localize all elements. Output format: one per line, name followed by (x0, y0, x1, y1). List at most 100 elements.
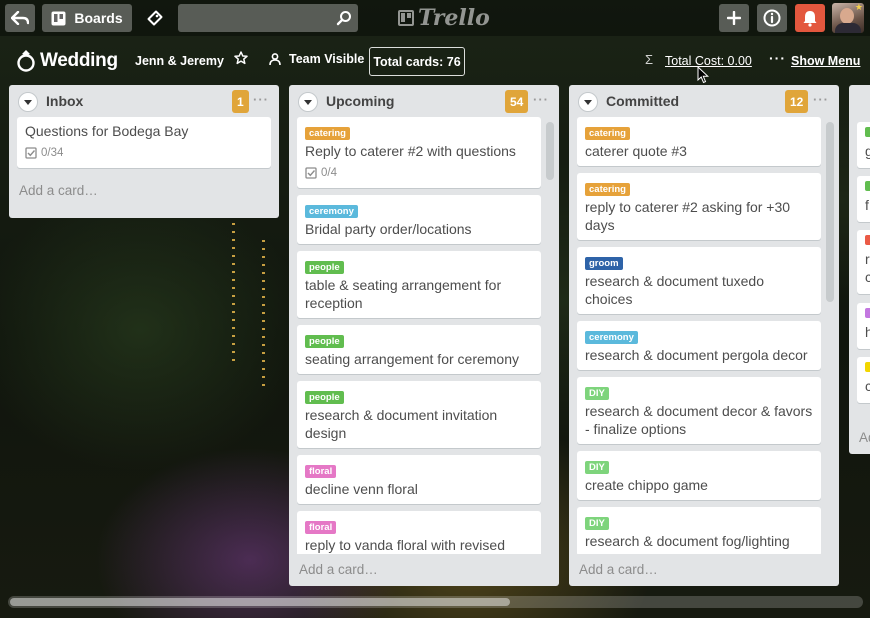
team-name[interactable]: Jenn & Jeremy (135, 54, 224, 68)
back-arrow-icon (11, 11, 29, 25)
boards-button[interactable]: Boards (42, 4, 132, 32)
list-scrollbar[interactable] (826, 122, 834, 302)
notifications-button[interactable] (795, 4, 825, 32)
card[interactable]: people table & seating arrangement for r… (297, 251, 541, 318)
boards-icon (51, 11, 66, 25)
card-title: caterer quote #3 (585, 143, 687, 159)
card-title: Reply to caterer #2 with questions (305, 143, 516, 159)
card[interactable]: people research & document invitation de… (297, 381, 541, 448)
collapse-list-button[interactable] (298, 92, 318, 112)
avatar[interactable]: ★ (832, 3, 864, 33)
card-label: DIY (585, 461, 609, 474)
card[interactable]: DIY research & document fog/lighting (577, 507, 821, 554)
checklist-badge: 0/34 (25, 144, 263, 162)
card[interactable]: catering Reply to caterer #2 with questi… (297, 117, 541, 188)
card-label: groom (585, 257, 623, 270)
card-count-badge: 54 (505, 90, 529, 113)
chevron-down-icon (24, 99, 32, 105)
checklist-badge: 0/4 (305, 164, 533, 182)
card-title: create chippo game (585, 477, 708, 493)
card[interactable]: people seating arrangement for ceremony (297, 325, 541, 374)
team-icon (269, 53, 281, 66)
avatar-face (840, 8, 854, 24)
card[interactable]: catering caterer quote #3 (577, 117, 821, 166)
card[interactable]: catering reply to caterer #2 asking for … (577, 173, 821, 240)
list-menu-icon[interactable]: ··· (533, 92, 549, 107)
card-title: reply to vanda floral with revised (305, 537, 505, 553)
star-board-button[interactable] (234, 51, 248, 68)
star-icon (234, 51, 248, 65)
card[interactable]: ceremony Bridal party order/locations (297, 195, 541, 244)
tag-button[interactable] (140, 4, 170, 32)
card-title: research & document invitation design (305, 407, 498, 441)
checklist-icon (305, 167, 317, 179)
show-menu-link[interactable]: Show Menu (791, 54, 860, 68)
collapse-list-button[interactable] (578, 92, 598, 112)
card-label: ceremony (305, 205, 358, 218)
visibility-label: Team Visible (289, 52, 365, 66)
board-scrollbar[interactable] (8, 596, 863, 608)
card[interactable]: groom research & document tuxedo choices (577, 247, 821, 314)
card-title: Bridal party order/locations (305, 221, 472, 237)
card-label (865, 181, 870, 191)
list-name[interactable]: Inbox (46, 93, 83, 109)
card-label: catering (305, 127, 350, 140)
boards-label: Boards (74, 10, 123, 26)
card[interactable]: Questions for Bodega Bay 0/34 (17, 117, 271, 168)
card-label: ceremony (585, 331, 638, 344)
card[interactable]: g (857, 122, 870, 168)
collapse-list-button[interactable] (18, 92, 38, 112)
chevron-down-icon (584, 99, 592, 105)
board-title-text: Wedding (40, 50, 118, 71)
more-icon[interactable]: ··· (769, 50, 786, 66)
board-title[interactable]: Wedding (16, 49, 118, 73)
card[interactable]: h (857, 303, 870, 349)
card-title: h (865, 324, 870, 340)
list-menu-icon[interactable]: ··· (253, 92, 269, 107)
card-list: Questions for Bodega Bay 0/34 (9, 117, 279, 175)
list-scrollbar[interactable] (546, 122, 554, 180)
add-button[interactable] (719, 4, 749, 32)
add-card-link[interactable]: Add a card… (289, 554, 559, 584)
info-button[interactable] (757, 4, 787, 32)
bell-icon (803, 11, 817, 27)
visibility-button[interactable]: Team Visible (268, 52, 364, 66)
card[interactable]: ceremony research & document pergola dec… (577, 321, 821, 370)
string-lights-decor (262, 240, 265, 390)
card[interactable]: floral decline venn floral (297, 455, 541, 504)
search-icon[interactable] (336, 10, 352, 26)
card-title: research & document tuxedo choices (585, 273, 764, 307)
card-title: research & document pergola decor (585, 347, 808, 363)
board-scrollbar-thumb[interactable] (10, 598, 510, 606)
add-card-link[interactable]: Add a card… (569, 554, 839, 584)
card[interactable]: DIY create chippo game (577, 451, 821, 500)
top-header: Boards Trello ★ (0, 0, 870, 36)
card[interactable]: DIY research & document decor & favors -… (577, 377, 821, 444)
card[interactable]: r c (857, 230, 870, 294)
card-title: reply to caterer #2 asking for +30 days (585, 199, 791, 233)
card-label: catering (585, 183, 630, 196)
total-cards-button[interactable]: Total cards: 76 (369, 47, 465, 76)
card-list: catering caterer quote #3 catering reply… (569, 117, 839, 554)
search-input[interactable] (178, 4, 358, 32)
card-title: f (865, 197, 869, 213)
string-lights-decor (232, 215, 235, 365)
list-name[interactable]: Committed (606, 93, 679, 109)
tag-icon (147, 10, 163, 26)
add-card-link[interactable]: Ad (859, 429, 870, 447)
back-button[interactable] (5, 4, 35, 32)
list-name[interactable]: Upcoming (326, 93, 394, 109)
card[interactable]: c (857, 357, 870, 403)
card-title: research & document decor & favors - fin… (585, 403, 813, 437)
search-field[interactable] (178, 4, 358, 32)
card[interactable]: floral reply to vanda floral with revise… (297, 511, 541, 554)
card-label (865, 362, 870, 372)
card-title: c (865, 378, 870, 394)
card[interactable]: f (857, 176, 870, 222)
add-card-link[interactable]: Add a card… (9, 175, 279, 205)
trello-logo[interactable]: Trello (398, 5, 490, 31)
list-header: Upcoming 54 ··· (289, 85, 559, 117)
card-label: floral (305, 465, 337, 478)
list-header: Committed 12 ··· (569, 85, 839, 117)
list-menu-icon[interactable]: ··· (813, 92, 829, 107)
